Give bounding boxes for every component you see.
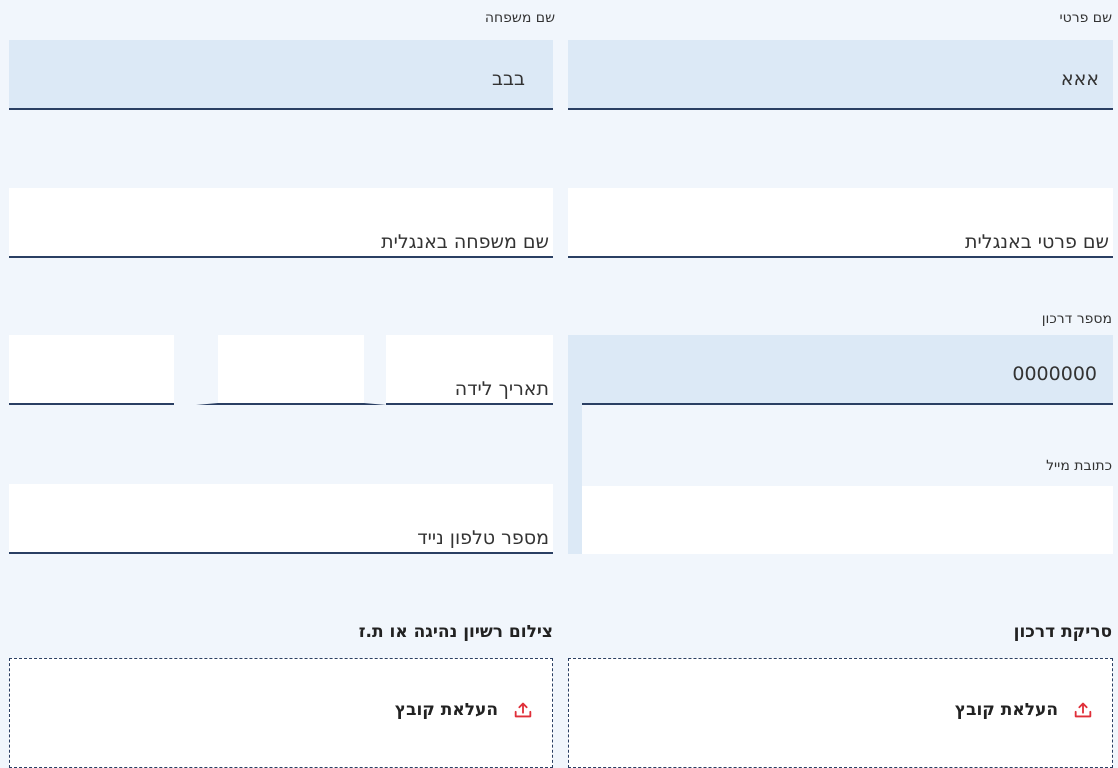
email-input[interactable] — [582, 486, 1113, 554]
mobile-phone-placeholder: מספר טלפון נייד — [417, 527, 549, 549]
passport-scan-upload-label: העלאת קובץ — [954, 700, 1058, 720]
last-name-label: שם משפחה — [484, 10, 555, 26]
license-photo-dropzone[interactable]: העלאת קובץ — [9, 658, 553, 768]
passport-scan-dropzone[interactable]: העלאת קובץ — [568, 658, 1113, 768]
first-name-english-placeholder: שם פרטי באנגלית — [965, 231, 1109, 253]
first-name-input[interactable]: אאא — [568, 40, 1113, 110]
last-name-value: בבב — [492, 68, 525, 90]
email-label: כתובת מייל — [1046, 458, 1112, 474]
registration-form: שם פרטי אאא שם משפחה בבב שם פרטי באנגלית… — [0, 0, 1118, 768]
last-name-input[interactable]: בבב — [9, 40, 553, 110]
upload-icon — [514, 702, 532, 718]
passport-scan-title: סריקת דרכון — [1013, 622, 1112, 642]
passport-number-value: 0000000 — [1012, 363, 1097, 385]
birth-date-month-input[interactable] — [196, 335, 386, 405]
mobile-phone-input[interactable]: מספר טלפון נייד — [9, 484, 553, 554]
license-photo-upload-button[interactable]: העלאת קובץ — [395, 699, 534, 721]
first-name-english-input[interactable]: שם פרטי באנגלית — [568, 188, 1113, 258]
license-photo-upload-label: העלאת קובץ — [394, 700, 498, 720]
passport-number-input[interactable]: 0000000 — [568, 335, 1113, 405]
passport-number-label: מספר דרכון — [1041, 311, 1112, 327]
birth-date-day-input[interactable]: תאריך לידה — [386, 335, 553, 405]
upload-icon — [1074, 702, 1092, 718]
email-input-accent — [568, 372, 582, 554]
first-name-label: שם פרטי — [1059, 10, 1112, 26]
last-name-english-placeholder: שם משפחה באנגלית — [381, 231, 549, 253]
license-photo-title: צילום רשיון נהיגה או ת.ז — [358, 622, 553, 642]
birth-date-year-input[interactable] — [9, 335, 174, 405]
first-name-value: אאא — [1060, 68, 1099, 90]
birth-date-placeholder: תאריך לידה — [454, 378, 549, 400]
last-name-english-input[interactable]: שם משפחה באנגלית — [9, 188, 553, 258]
passport-scan-upload-button[interactable]: העלאת קובץ — [955, 699, 1094, 721]
